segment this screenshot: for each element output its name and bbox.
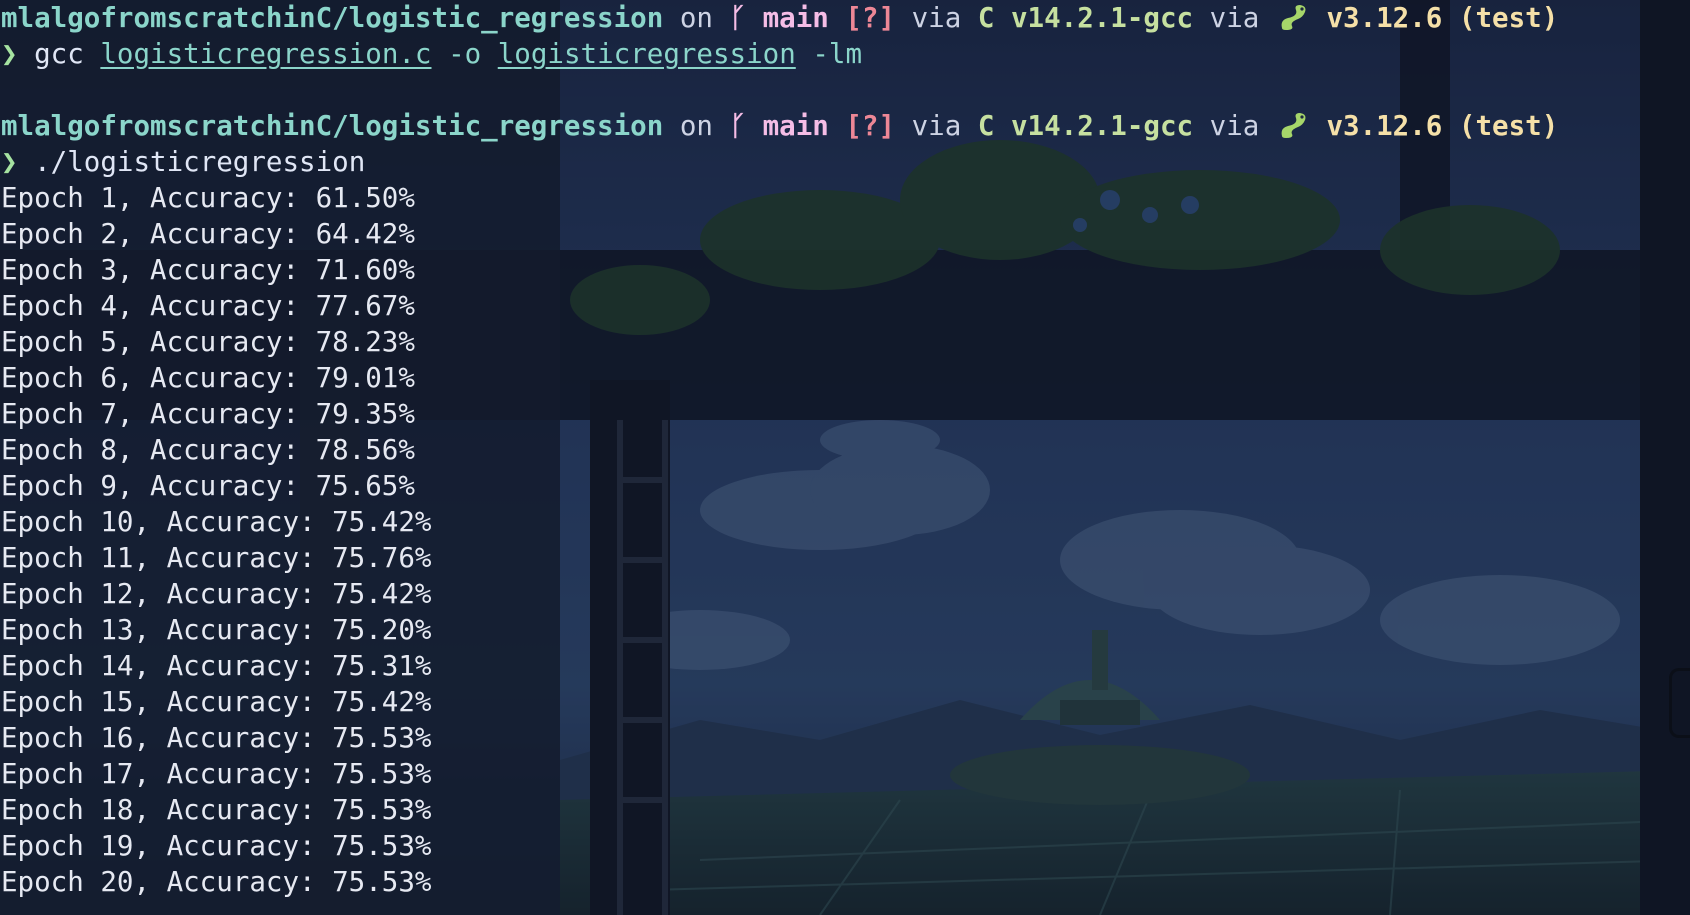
prompt-line: mlalgofromscratchinC/logistic_regression… bbox=[1, 0, 1558, 36]
output-line: Epoch 9, Accuracy: 75.65% bbox=[1, 470, 415, 502]
virtualenv-name: (test) bbox=[1458, 2, 1559, 34]
gcc-version: v14.2.1-gcc bbox=[1010, 2, 1194, 34]
output-line: Epoch 5, Accuracy: 78.23% bbox=[1, 326, 415, 358]
prompt-via-word: via bbox=[1209, 110, 1260, 142]
output-line: Epoch 16, Accuracy: 75.53% bbox=[1, 722, 432, 754]
c-language-icon: C bbox=[977, 2, 995, 34]
c-language-icon: C bbox=[977, 110, 995, 142]
output-line: Epoch 8, Accuracy: 78.56% bbox=[1, 434, 415, 466]
command-program: gcc bbox=[34, 38, 84, 70]
git-branch-icon: ᚴ bbox=[729, 2, 747, 34]
output-line: Epoch 15, Accuracy: 75.42% bbox=[1, 686, 432, 718]
prompt-chevron-icon: ❯ bbox=[1, 38, 18, 70]
output-line: Epoch 3, Accuracy: 71.60% bbox=[1, 254, 415, 286]
virtualenv-name: (test) bbox=[1458, 110, 1559, 142]
prompt-on-word: on bbox=[679, 110, 713, 142]
prompt-line: mlalgofromscratchinC/logistic_regression… bbox=[1, 108, 1558, 144]
output-line: Epoch 18, Accuracy: 75.53% bbox=[1, 794, 432, 826]
command-program: ./logisticregression bbox=[34, 146, 366, 178]
link-math-flag: -lm bbox=[812, 38, 862, 70]
terminal-output[interactable]: mlalgofromscratchinC/logistic_regression… bbox=[1, 0, 1558, 900]
output-line: Epoch 13, Accuracy: 75.20% bbox=[1, 614, 432, 646]
prompt-via-word: via bbox=[911, 2, 962, 34]
program-output: Epoch 1, Accuracy: 61.50% Epoch 2, Accur… bbox=[1, 180, 1558, 900]
output-line: Epoch 1, Accuracy: 61.50% bbox=[1, 182, 415, 214]
command-line[interactable]: ❯ ./logisticregression bbox=[1, 144, 1558, 180]
prompt-path: mlalgofromscratchinC/logistic_regression bbox=[1, 2, 664, 34]
prompt-via-word: via bbox=[1209, 2, 1260, 34]
python-version: v3.12.6 bbox=[1326, 110, 1443, 142]
prompt-via-word: via bbox=[911, 110, 962, 142]
prompt-chevron-icon: ❯ bbox=[1, 146, 18, 178]
output-line: Epoch 20, Accuracy: 75.53% bbox=[1, 866, 432, 898]
output-line: Epoch 4, Accuracy: 77.67% bbox=[1, 290, 415, 322]
output-flag: -o bbox=[448, 38, 482, 70]
output-line: Epoch 2, Accuracy: 64.42% bbox=[1, 218, 415, 250]
source-file-link[interactable]: logisticregression.c bbox=[100, 38, 431, 70]
python-snake-icon bbox=[1281, 113, 1306, 138]
terminal-window[interactable]: mlalgofromscratchinC/logistic_regression… bbox=[0, 0, 1690, 915]
output-line: Epoch 11, Accuracy: 75.76% bbox=[1, 542, 432, 574]
output-line: Epoch 10, Accuracy: 75.42% bbox=[1, 506, 432, 538]
prompt-path: mlalgofromscratchinC/logistic_regression bbox=[1, 110, 664, 142]
output-line: Epoch 12, Accuracy: 75.42% bbox=[1, 578, 432, 610]
output-line: Epoch 14, Accuracy: 75.31% bbox=[1, 650, 432, 682]
command-line[interactable]: ❯ gcc logisticregression.c -o logisticre… bbox=[1, 36, 1558, 72]
git-status: [?] bbox=[845, 2, 896, 34]
git-branch-name: main bbox=[762, 2, 829, 34]
python-snake-icon bbox=[1281, 5, 1306, 30]
output-line: Epoch 7, Accuracy: 79.35% bbox=[1, 398, 415, 430]
prompt-on-word: on bbox=[679, 2, 713, 34]
python-version: v3.12.6 bbox=[1326, 2, 1443, 34]
output-line: Epoch 6, Accuracy: 79.01% bbox=[1, 362, 415, 394]
output-file-link[interactable]: logisticregression bbox=[498, 38, 796, 70]
git-status: [?] bbox=[845, 110, 896, 142]
git-branch-icon: ᚴ bbox=[729, 110, 747, 142]
gcc-version: v14.2.1-gcc bbox=[1010, 110, 1194, 142]
output-line: Epoch 17, Accuracy: 75.53% bbox=[1, 758, 432, 790]
scrollbar-handle[interactable] bbox=[1669, 668, 1690, 738]
git-branch-name: main bbox=[762, 110, 829, 142]
output-line: Epoch 19, Accuracy: 75.53% bbox=[1, 830, 432, 862]
